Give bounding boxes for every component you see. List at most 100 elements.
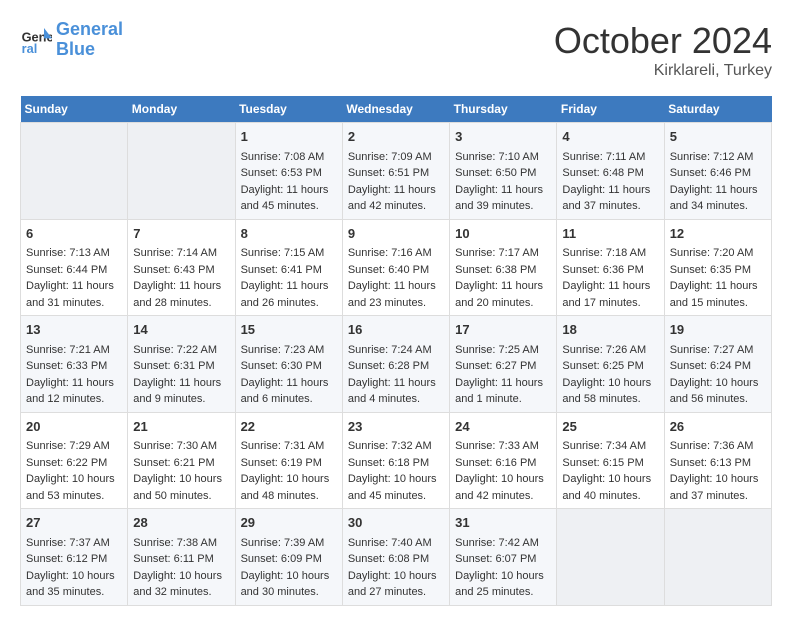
day-info: Daylight: 11 hours and 20 minutes. (455, 278, 551, 311)
day-number: 28 (133, 513, 229, 533)
day-number: 14 (133, 320, 229, 340)
dow-thursday: Thursday (450, 96, 557, 123)
calendar-cell (664, 509, 771, 606)
calendar-cell: 20Sunrise: 7:29 AMSunset: 6:22 PMDayligh… (21, 412, 128, 509)
day-number: 21 (133, 417, 229, 437)
day-number: 22 (241, 417, 337, 437)
calendar-cell: 30Sunrise: 7:40 AMSunset: 6:08 PMDayligh… (342, 509, 449, 606)
day-number: 26 (670, 417, 766, 437)
day-number: 27 (26, 513, 122, 533)
day-info: Daylight: 11 hours and 26 minutes. (241, 278, 337, 311)
day-info: Sunrise: 7:15 AM (241, 245, 337, 262)
day-info: Sunset: 6:19 PM (241, 455, 337, 472)
day-info: Daylight: 11 hours and 28 minutes. (133, 278, 229, 311)
day-number: 2 (348, 127, 444, 147)
day-info: Sunrise: 7:36 AM (670, 438, 766, 455)
day-number: 3 (455, 127, 551, 147)
calendar-cell: 31 Sunrise: 7:42 AMSunset: 6:07 PMDayligh… (450, 509, 557, 606)
day-number: 19 (670, 320, 766, 340)
day-info: Sunrise: 7:23 AM (241, 342, 337, 359)
calendar-cell: 12Sunrise: 7:20 AMSunset: 6:35 PMDayligh… (664, 219, 771, 316)
day-info: Sunrise: 7:13 AM (26, 245, 122, 262)
day-info: Sunrise: 7:18 AM (562, 245, 658, 262)
calendar-cell: 3Sunrise: 7:10 AMSunset: 6:50 PMDaylight… (450, 123, 557, 220)
day-info: Sunset: 6:51 PM (348, 165, 444, 182)
day-number: 12 (670, 224, 766, 244)
day-number: 13 (26, 320, 122, 340)
day-info: Sunset: 6:15 PM (562, 455, 658, 472)
day-info: Sunrise: 7:12 AM (670, 149, 766, 166)
day-info: Sunset: 6:07 PM (455, 551, 551, 568)
calendar-cell (21, 123, 128, 220)
day-info: Daylight: 11 hours and 45 minutes. (241, 182, 337, 215)
calendar-cell: 29Sunrise: 7:39 AMSunset: 6:09 PMDayligh… (235, 509, 342, 606)
day-info: Sunrise: 7:16 AM (348, 245, 444, 262)
day-info: Sunrise: 7:25 AM (455, 342, 551, 359)
day-info: Sunset: 6:53 PM (241, 165, 337, 182)
day-number: 1 (241, 127, 337, 147)
day-number: 5 (670, 127, 766, 147)
calendar-cell: 11Sunrise: 7:18 AMSunset: 6:36 PMDayligh… (557, 219, 664, 316)
day-info: Daylight: 10 hours and 25 minutes. (455, 568, 551, 601)
day-info: Sunset: 6:30 PM (241, 358, 337, 375)
day-number: 9 (348, 224, 444, 244)
day-number: 15 (241, 320, 337, 340)
day-info: Daylight: 10 hours and 56 minutes. (670, 375, 766, 408)
day-info: Daylight: 11 hours and 6 minutes. (241, 375, 337, 408)
day-info: Sunrise: 7:42 AM (455, 535, 551, 552)
dow-monday: Monday (128, 96, 235, 123)
calendar-cell: 2 Sunrise: 7:09 AMSunset: 6:51 PMDaylight… (342, 123, 449, 220)
calendar-cell: 14Sunrise: 7:22 AMSunset: 6:31 PMDayligh… (128, 316, 235, 413)
logo-icon: Gene ral (20, 24, 52, 56)
day-info: Sunset: 6:46 PM (670, 165, 766, 182)
day-info: Sunset: 6:41 PM (241, 262, 337, 279)
day-info: Sunset: 6:36 PM (562, 262, 658, 279)
day-number: 29 (241, 513, 337, 533)
day-info: Sunset: 6:33 PM (26, 358, 122, 375)
day-info: Sunrise: 7:09 AM (348, 149, 444, 166)
day-number: 20 (26, 417, 122, 437)
dow-friday: Friday (557, 96, 664, 123)
calendar-cell (128, 123, 235, 220)
calendar-cell: 10Sunrise: 7:17 AMSunset: 6:38 PMDayligh… (450, 219, 557, 316)
day-info: Daylight: 11 hours and 12 minutes. (26, 375, 122, 408)
day-number: 11 (562, 224, 658, 244)
day-info: Sunset: 6:22 PM (26, 455, 122, 472)
day-info: Sunset: 6:35 PM (670, 262, 766, 279)
day-number: 4 (562, 127, 658, 147)
day-info: Daylight: 10 hours and 58 minutes. (562, 375, 658, 408)
day-number: 17 (455, 320, 551, 340)
calendar-cell: 6Sunrise: 7:13 AMSunset: 6:44 PMDaylight… (21, 219, 128, 316)
day-info: Daylight: 10 hours and 37 minutes. (670, 471, 766, 504)
calendar-cell: 15 Sunrise: 7:23 AMSunset: 6:30 PMDayligh… (235, 316, 342, 413)
calendar-cell: 16Sunrise: 7:24 AMSunset: 6:28 PMDayligh… (342, 316, 449, 413)
day-info: Sunrise: 7:33 AM (455, 438, 551, 455)
title-block: October 2024 Kirklareli, Turkey (554, 20, 772, 80)
day-number: 30 (348, 513, 444, 533)
calendar-cell: 19Sunrise: 7:27 AMSunset: 6:24 PMDayligh… (664, 316, 771, 413)
day-info: Sunrise: 7:34 AM (562, 438, 658, 455)
day-info: Sunset: 6:40 PM (348, 262, 444, 279)
day-info: Daylight: 10 hours and 27 minutes. (348, 568, 444, 601)
day-info: Daylight: 11 hours and 1 minute. (455, 375, 551, 408)
week-row-5: 27Sunrise: 7:37 AMSunset: 6:12 PMDayligh… (21, 509, 772, 606)
day-info: Sunset: 6:48 PM (562, 165, 658, 182)
day-info: Daylight: 11 hours and 42 minutes. (348, 182, 444, 215)
calendar-cell: 5Sunrise: 7:12 AMSunset: 6:46 PMDaylight… (664, 123, 771, 220)
day-info: Sunrise: 7:38 AM (133, 535, 229, 552)
day-info: Sunrise: 7:29 AM (26, 438, 122, 455)
day-info: Sunset: 6:18 PM (348, 455, 444, 472)
day-info: Sunrise: 7:27 AM (670, 342, 766, 359)
day-number: 31 (455, 513, 551, 533)
day-info: Sunrise: 7:37 AM (26, 535, 122, 552)
day-info: Sunset: 6:09 PM (241, 551, 337, 568)
week-row-3: 13Sunrise: 7:21 AMSunset: 6:33 PMDayligh… (21, 316, 772, 413)
day-number: 8 (241, 224, 337, 244)
day-info: Sunset: 6:13 PM (670, 455, 766, 472)
day-info: Daylight: 11 hours and 39 minutes. (455, 182, 551, 215)
calendar-cell: 24Sunrise: 7:33 AMSunset: 6:16 PMDayligh… (450, 412, 557, 509)
day-info: Daylight: 10 hours and 30 minutes. (241, 568, 337, 601)
day-info: Daylight: 10 hours and 48 minutes. (241, 471, 337, 504)
day-number: 6 (26, 224, 122, 244)
calendar-table: SundayMondayTuesdayWednesdayThursdayFrid… (20, 96, 772, 606)
